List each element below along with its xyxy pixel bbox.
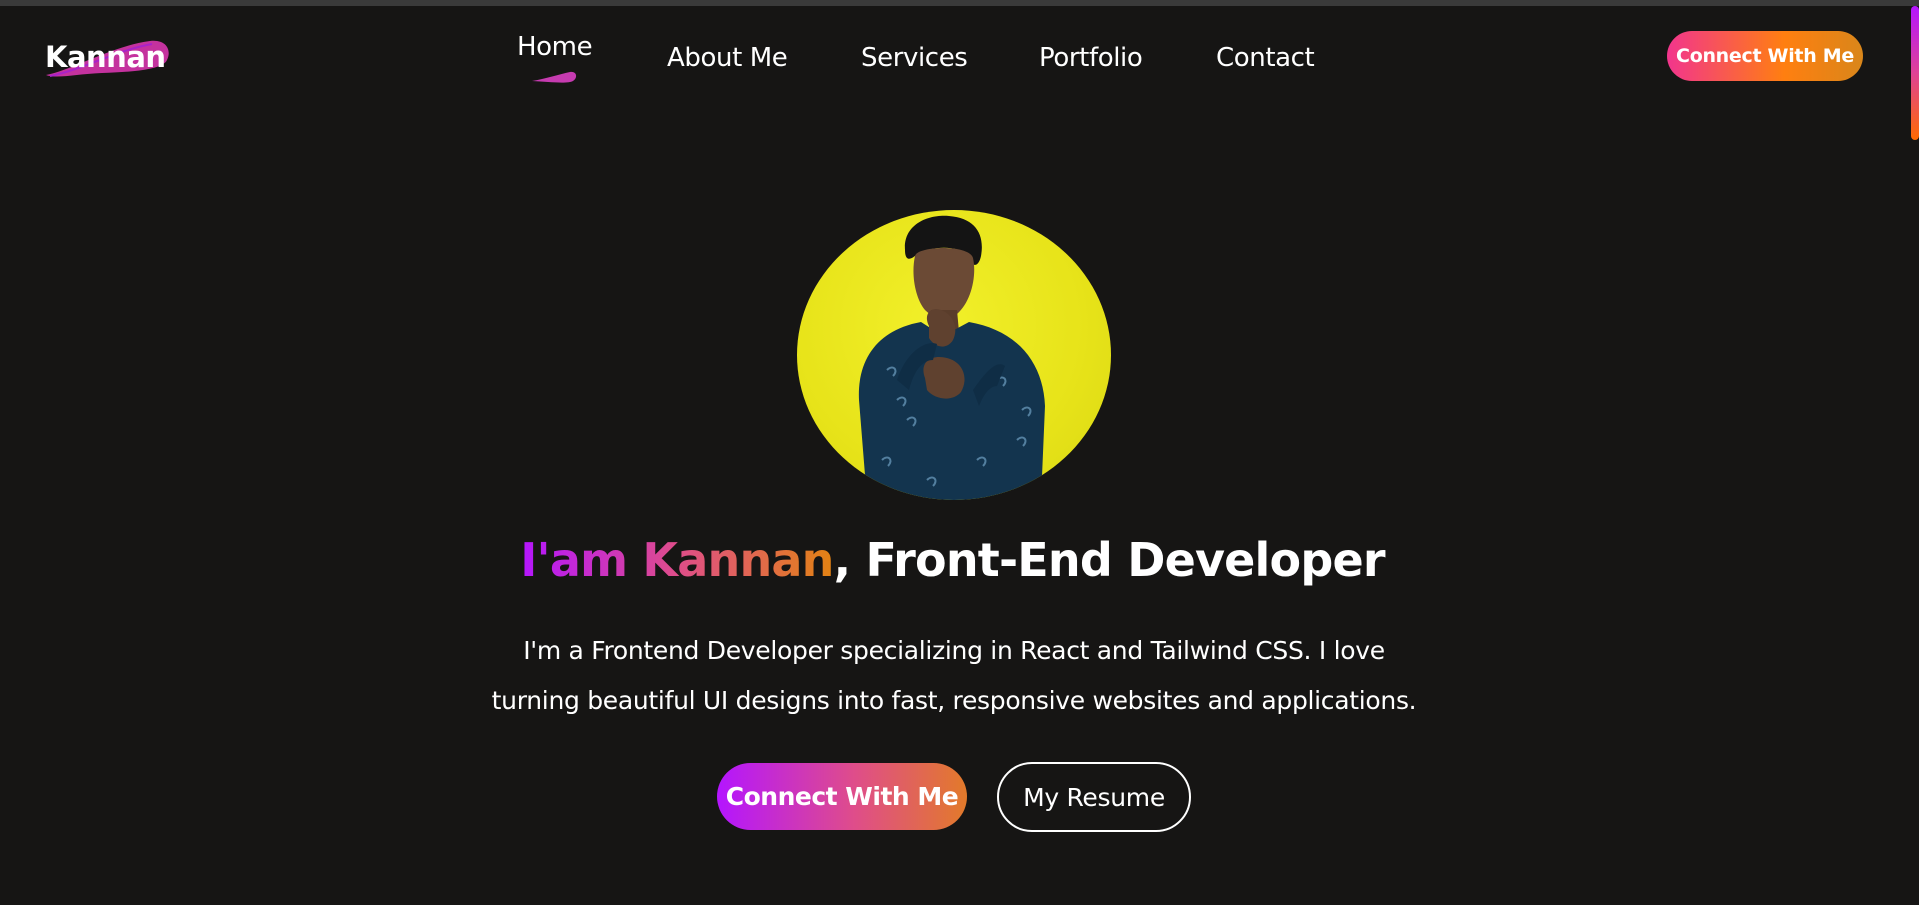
underline-swoosh-icon [532, 71, 577, 83]
nav-item-services[interactable]: Services [861, 43, 968, 73]
nav-item-contact[interactable]: Contact [1216, 43, 1315, 73]
main-menu: Home About Me Services Portfolio Contact [0, 6, 1905, 106]
nav-connect-button[interactable]: Connect With Me [1667, 31, 1863, 81]
hero-connect-button[interactable]: Connect With Me [717, 763, 967, 830]
resume-button[interactable]: My Resume [997, 762, 1191, 832]
nav-item-home[interactable]: Home [517, 32, 593, 62]
intro-line-1: I'm a Frontend Developer specializing in… [523, 636, 1385, 665]
hero-intro: I'm a Frontend Developer specializing in… [470, 626, 1438, 726]
nav-item-about-me[interactable]: About Me [667, 43, 788, 73]
headline-name: I'am Kannan [520, 533, 834, 587]
hero-headline: I'am Kannan, Front-End Developer [0, 533, 1905, 587]
headline-role: , Front-End Developer [833, 533, 1386, 587]
intro-line-2: turning beautiful UI designs into fast, … [491, 686, 1417, 715]
scrollbar-track[interactable] [1907, 6, 1919, 905]
profile-photo [797, 210, 1111, 500]
nav-item-portfolio[interactable]: Portfolio [1039, 43, 1143, 73]
person-illustration [858, 215, 1045, 500]
navbar: Kannan Home About Me Services Portfolio … [0, 6, 1905, 106]
scrollbar-thumb[interactable] [1911, 6, 1919, 140]
